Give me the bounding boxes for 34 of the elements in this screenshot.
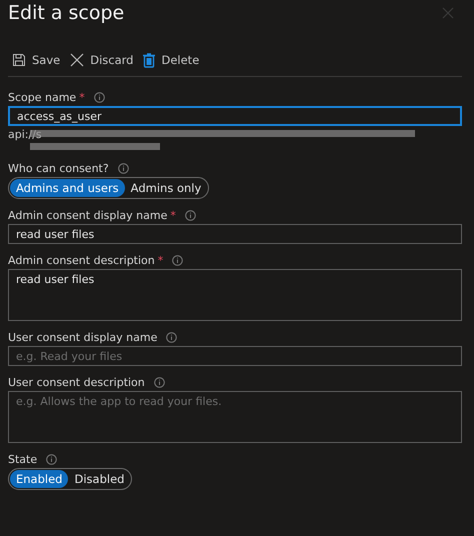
info-icon[interactable]	[94, 92, 105, 103]
panel-title: Edit a scope	[8, 2, 124, 24]
info-icon[interactable]	[184, 210, 196, 221]
info-icon[interactable]	[118, 163, 129, 174]
field-label: Who can consent?	[8, 162, 109, 175]
info-icon[interactable]	[154, 377, 165, 388]
toggle-option[interactable]: Admins and users	[10, 179, 125, 197]
required-mark: *	[79, 91, 85, 104]
scope-uri: api://s	[8, 128, 42, 141]
toggle-option[interactable]: Disabled	[68, 470, 130, 488]
text-area[interactable]: e.g. Allows the app to read your files.	[8, 391, 462, 443]
trash-icon	[143, 52, 156, 68]
text-field[interactable]: e.g. Read your files	[8, 346, 462, 366]
text-area[interactable]: read user files	[8, 269, 462, 321]
field-label: Admin consent description	[8, 254, 155, 267]
required-mark: *	[158, 254, 164, 267]
info-icon[interactable]	[166, 332, 178, 343]
close-icon	[70, 53, 84, 67]
field-label: Admin consent display name	[8, 209, 168, 222]
required-mark: *	[170, 209, 176, 222]
text-field[interactable]: access_as_user	[8, 106, 462, 126]
text-field[interactable]: read user files	[8, 224, 462, 244]
toggle-option[interactable]: Admins only	[124, 179, 208, 197]
save-button[interactable]: Save	[12, 53, 60, 67]
discard-button[interactable]: Discard	[70, 53, 134, 67]
toggle-option[interactable]: Enabled	[10, 470, 68, 488]
info-icon[interactable]	[46, 454, 58, 465]
info-icon[interactable]	[172, 255, 184, 266]
delete-button[interactable]: Delete	[143, 52, 200, 68]
field-label: Scope name	[8, 91, 76, 104]
save-icon	[12, 53, 26, 67]
field-label: User consent description	[8, 376, 145, 389]
field-label: User consent display name	[8, 331, 158, 344]
field-label: State	[8, 453, 38, 466]
